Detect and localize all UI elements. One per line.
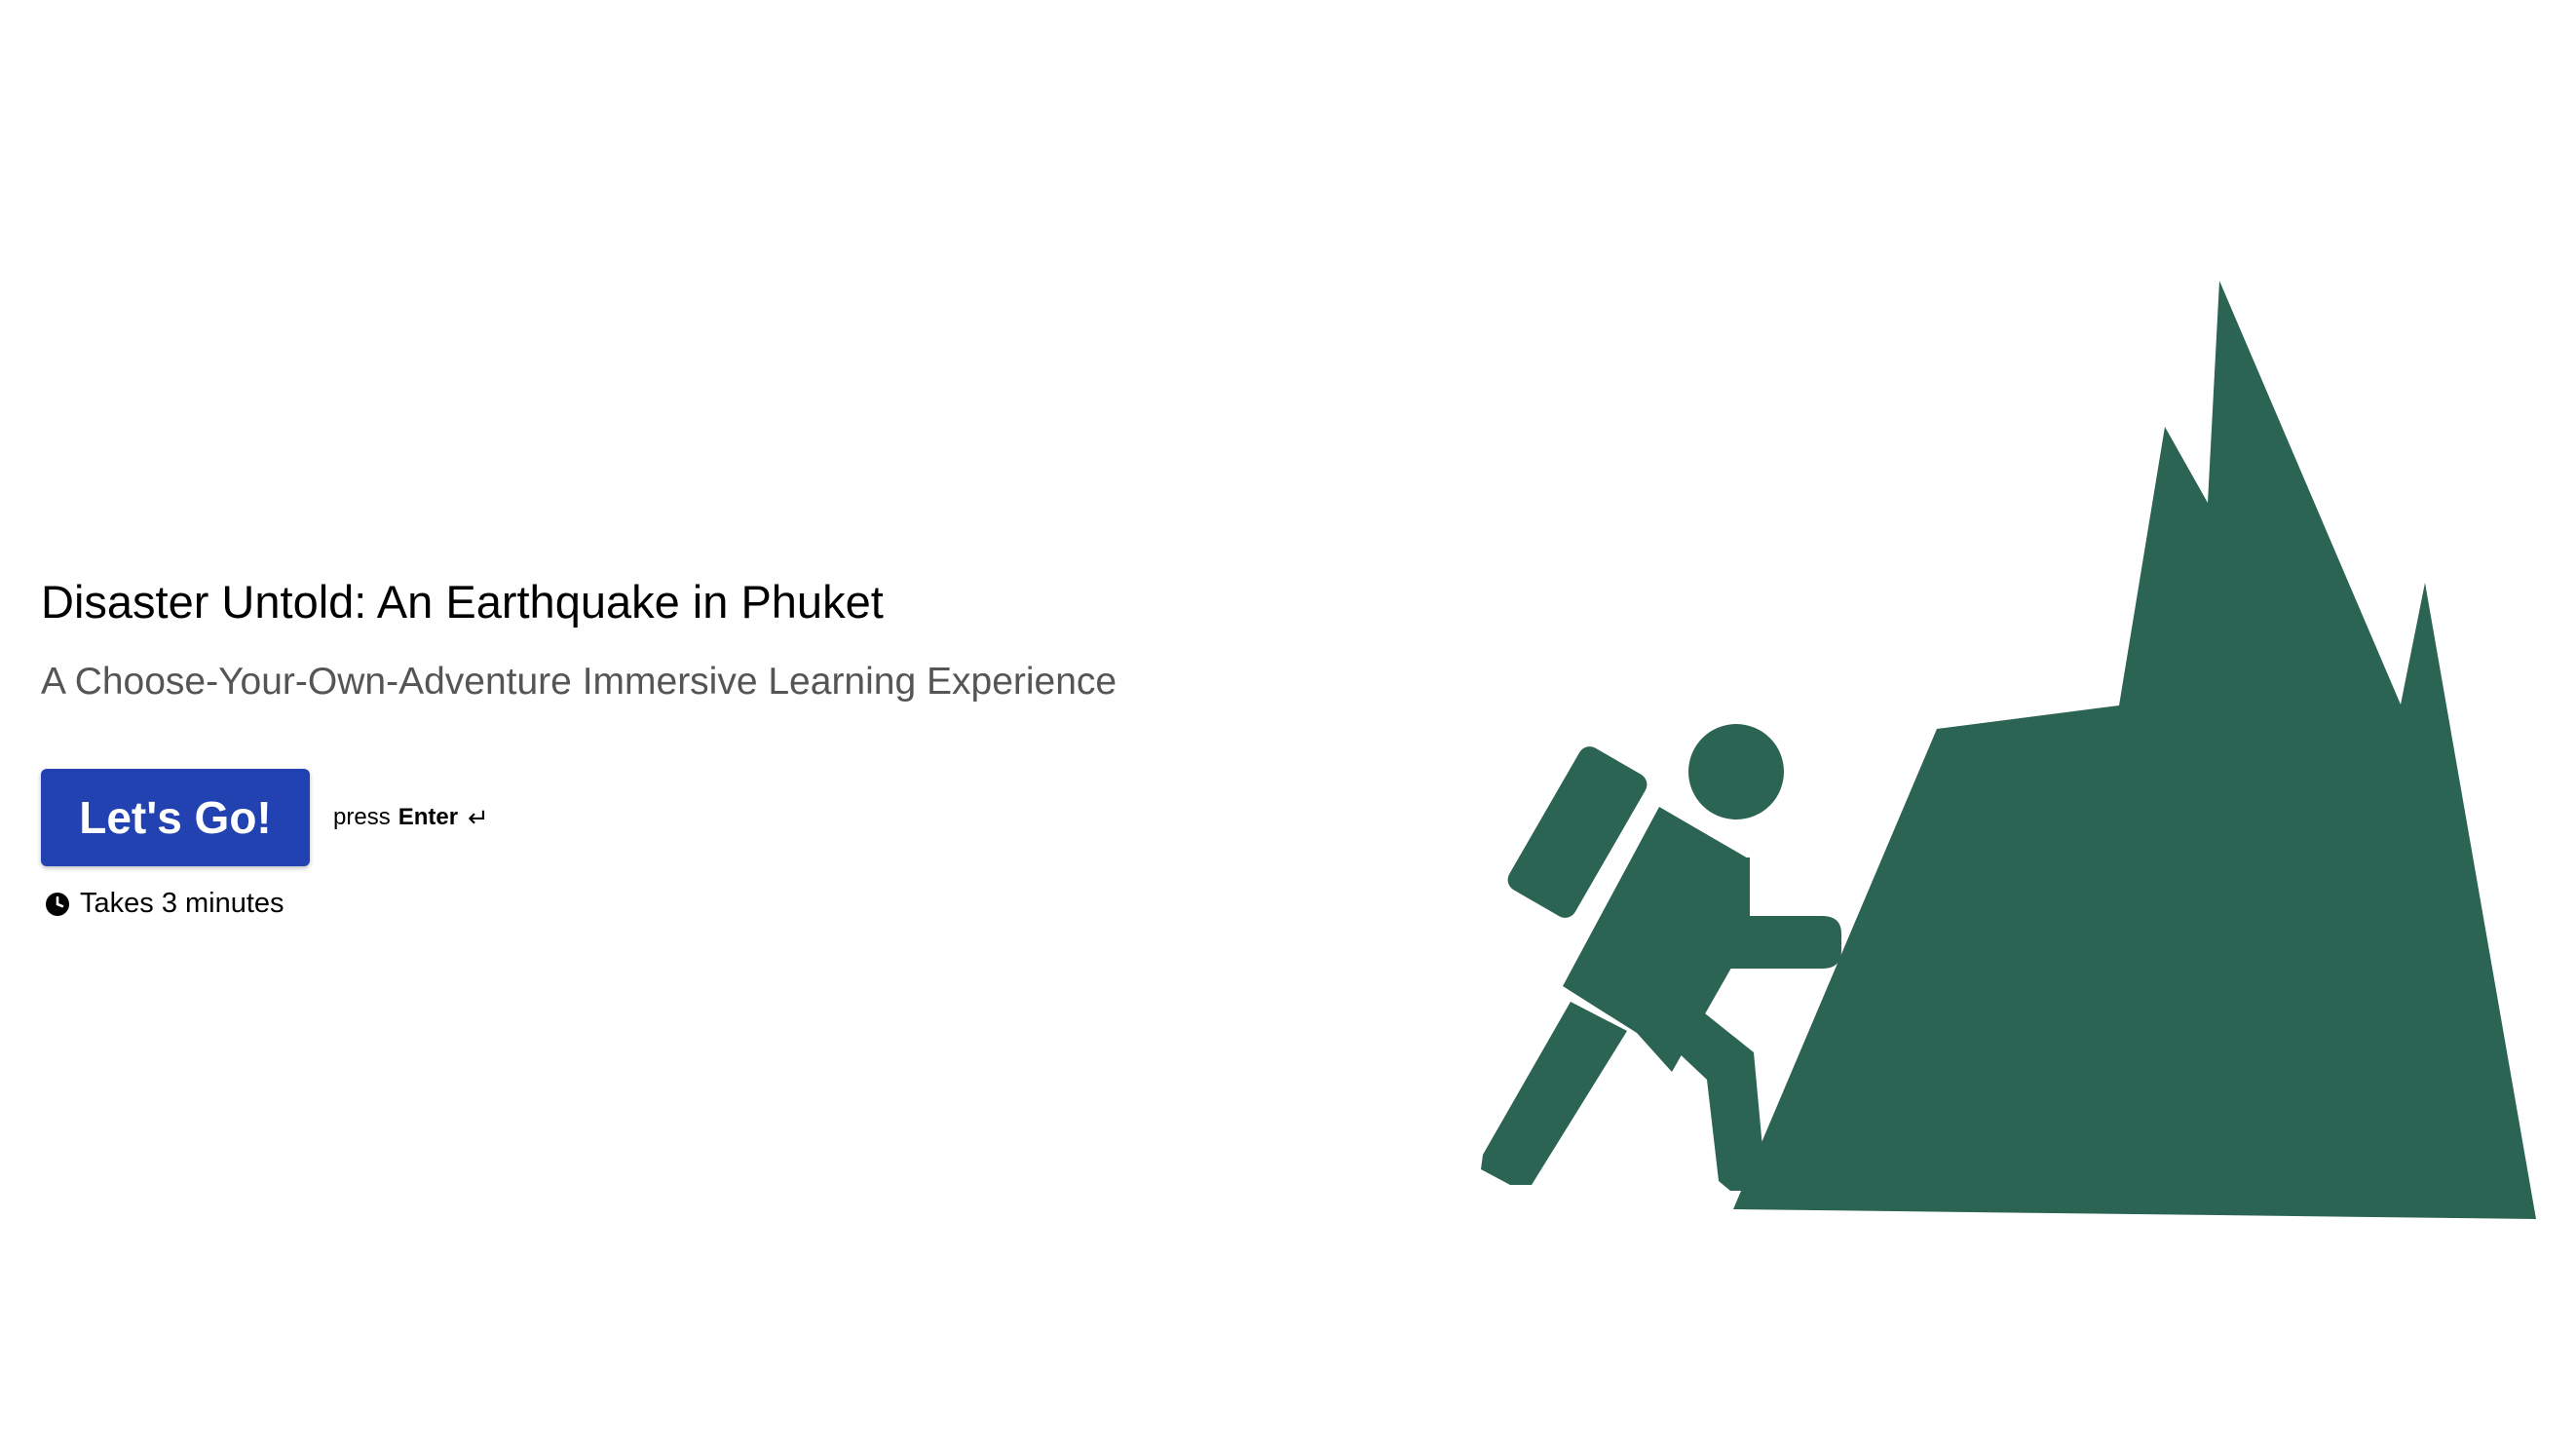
lets-go-button[interactable]: Let's Go! xyxy=(41,769,310,866)
intro-panel: Disaster Untold: An Earthquake in Phuket… xyxy=(41,573,1307,920)
mountain-shape xyxy=(1733,281,2536,1219)
welcome-screen: Disaster Untold: An Earthquake in Phuket… xyxy=(0,0,2576,1448)
cta-row: Let's Go! press Enter ↵ xyxy=(41,769,1307,866)
hiker-front-leg xyxy=(1639,974,1765,1191)
press-label: press xyxy=(333,804,391,830)
page-title: Disaster Untold: An Earthquake in Phuket xyxy=(41,576,884,628)
press-enter-hint: press Enter ↵ xyxy=(333,803,489,833)
return-arrow-icon: ↵ xyxy=(468,802,489,832)
clock-icon xyxy=(46,892,69,916)
hiker-head xyxy=(1688,724,1784,819)
hiker-arm xyxy=(1710,857,1841,969)
hiker-back-leg xyxy=(1481,1002,1627,1185)
duration-label: Takes 3 minutes xyxy=(80,888,284,919)
duration-info: Takes 3 minutes xyxy=(41,888,1307,920)
hiker-torso xyxy=(1563,807,1750,1072)
hiker-backpack xyxy=(1507,746,1648,918)
enter-key-label: Enter xyxy=(398,804,459,830)
page-subtitle: A Choose-Your-Own-Adventure Immersive Le… xyxy=(41,661,1118,703)
